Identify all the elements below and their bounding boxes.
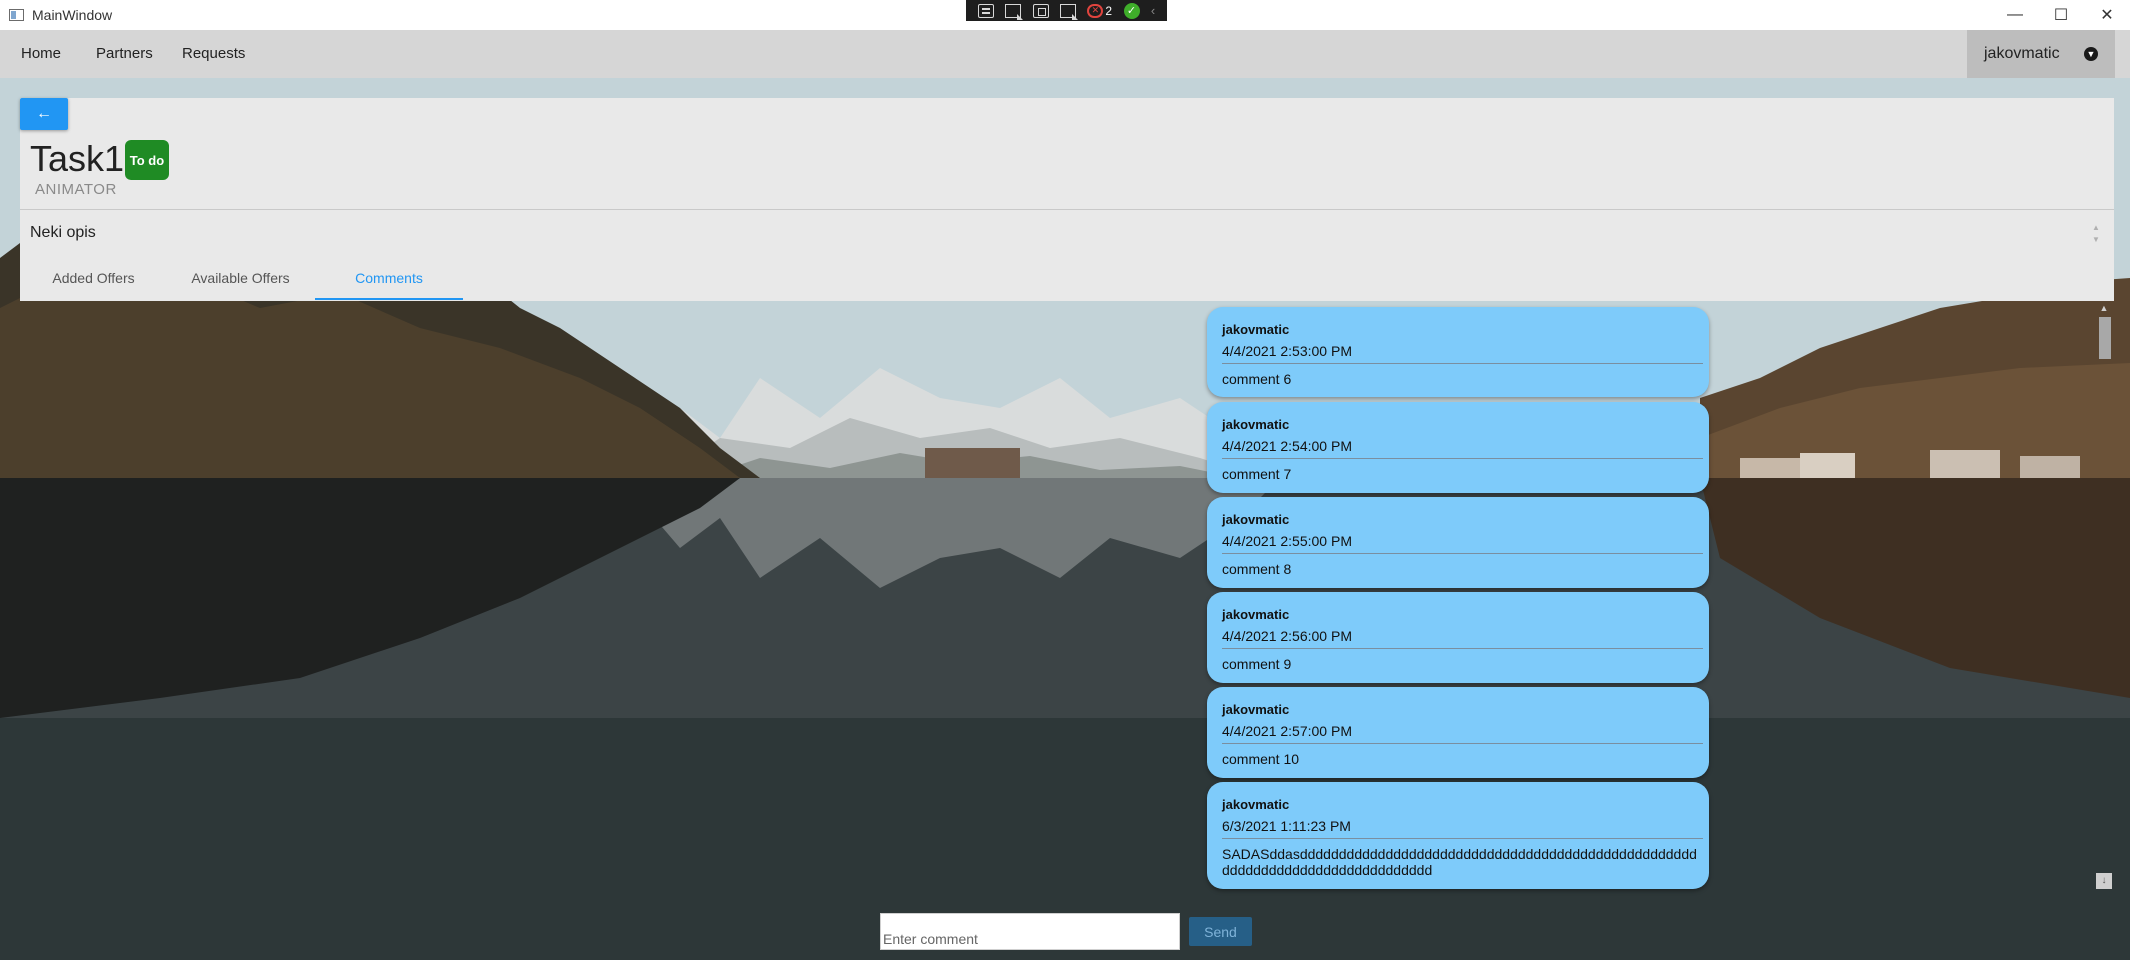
live-visual-tree-icon[interactable] <box>977 3 994 18</box>
comment-text: comment 7 <box>1222 466 1292 482</box>
comment-author: jakovmatic <box>1222 607 1290 622</box>
comment-divider <box>1222 838 1703 839</box>
error-icon: ✕ <box>1087 3 1104 18</box>
nav-item-partners[interactable]: Partners <box>96 30 153 78</box>
scroll-down-arrow-icon[interactable]: ↓ <box>2096 873 2112 889</box>
header-divider <box>20 209 2114 210</box>
comment-date: 4/4/2021 2:56:00 PM <box>1222 628 1352 644</box>
comment-text: comment 6 <box>1222 371 1292 387</box>
comment-divider <box>1222 743 1703 744</box>
tab-available-offers[interactable]: Available Offers <box>166 262 315 300</box>
window-title: MainWindow <box>32 7 113 23</box>
comment-text: SADASddasddddddddddddddddddddddddddddddd… <box>1222 846 1697 878</box>
arrow-left-icon: ← <box>36 105 52 122</box>
comment-date: 4/4/2021 2:53:00 PM <box>1222 343 1352 359</box>
display-adorners-icon[interactable] <box>1032 3 1049 18</box>
nav-item-requests[interactable]: Requests <box>182 30 245 78</box>
comment-date: 4/4/2021 2:55:00 PM <box>1222 533 1352 549</box>
user-name: jakovmatic <box>1984 45 2060 62</box>
tab-comments[interactable]: Comments <box>315 262 463 300</box>
scrollbar-thumb[interactable] <box>2099 317 2111 359</box>
check-icon[interactable]: ✓ <box>1123 2 1140 19</box>
minimize-button[interactable]: — <box>1992 0 2038 30</box>
comment-divider <box>1222 363 1703 364</box>
comment-divider <box>1222 553 1703 554</box>
comment-divider <box>1222 458 1703 459</box>
top-navbar: Home Partners Requests jakovmatic ▼ <box>0 30 2130 78</box>
comment-card: jakovmatic 4/4/2021 2:55:00 PM comment 8 <box>1207 497 1709 588</box>
comment-author: jakovmatic <box>1222 702 1290 717</box>
comment-author: jakovmatic <box>1222 512 1290 527</box>
comment-text: comment 8 <box>1222 561 1292 577</box>
comment-card: jakovmatic 4/4/2021 2:56:00 PM comment 9 <box>1207 592 1709 683</box>
task-role: ANIMATOR <box>35 181 117 198</box>
select-element-icon[interactable] <box>1005 3 1024 20</box>
back-button[interactable]: ← <box>20 98 68 130</box>
send-button[interactable]: Send <box>1189 917 1252 946</box>
comment-card: jakovmatic 6/3/2021 1:11:23 PM SADASddas… <box>1207 782 1709 889</box>
dropdown-arrow-icon[interactable]: ▼ <box>2084 47 2098 61</box>
comment-text: comment 10 <box>1222 751 1300 767</box>
comment-card: jakovmatic 4/4/2021 2:54:00 PM comment 7 <box>1207 402 1709 493</box>
comment-text: comment 9 <box>1222 656 1292 672</box>
maximize-button[interactable]: ☐ <box>2038 0 2084 30</box>
comment-author: jakovmatic <box>1222 322 1290 337</box>
description-scrollbar[interactable]: ▲ ▼ <box>2090 222 2102 252</box>
comment-date: 4/4/2021 2:54:00 PM <box>1222 438 1352 454</box>
status-badge: To do <box>125 140 169 180</box>
xaml-debug-toolbar: ✕ 2 ✓ ‹ <box>966 0 1167 21</box>
scroll-up-arrow-icon[interactable]: ▲ <box>2096 303 2112 315</box>
comments-scrollbar[interactable]: ▲ ↓ <box>2096 303 2112 897</box>
nav-item-home[interactable]: Home <box>21 30 61 78</box>
comment-card: jakovmatic 4/4/2021 2:57:00 PM comment 1… <box>1207 687 1709 778</box>
comment-author: jakovmatic <box>1222 797 1290 812</box>
binding-errors-indicator[interactable]: ✕ 2 <box>1087 3 1113 18</box>
binding-error-count: 2 <box>1105 3 1113 18</box>
comment-divider <box>1222 648 1703 649</box>
task-title: Task1 <box>30 138 125 179</box>
window-controls: — ☐ ✕ <box>1992 0 2130 30</box>
collapse-chevron-icon[interactable]: ‹ <box>1151 3 1155 18</box>
comment-date: 6/3/2021 1:11:23 PM <box>1222 818 1351 834</box>
comment-input[interactable] <box>880 913 1180 950</box>
app-window-icon <box>9 9 24 21</box>
comment-date: 4/4/2021 2:57:00 PM <box>1222 723 1352 739</box>
close-button[interactable]: ✕ <box>2084 0 2130 30</box>
comment-author: jakovmatic <box>1222 417 1290 432</box>
task-description: Neki opis <box>30 224 96 241</box>
comment-card: jakovmatic 4/4/2021 2:53:00 PM comment 6 <box>1207 307 1709 397</box>
track-focus-icon[interactable] <box>1059 3 1078 20</box>
tab-added-offers[interactable]: Added Offers <box>21 262 166 300</box>
user-menu[interactable]: jakovmatic ▼ <box>1967 30 2115 78</box>
